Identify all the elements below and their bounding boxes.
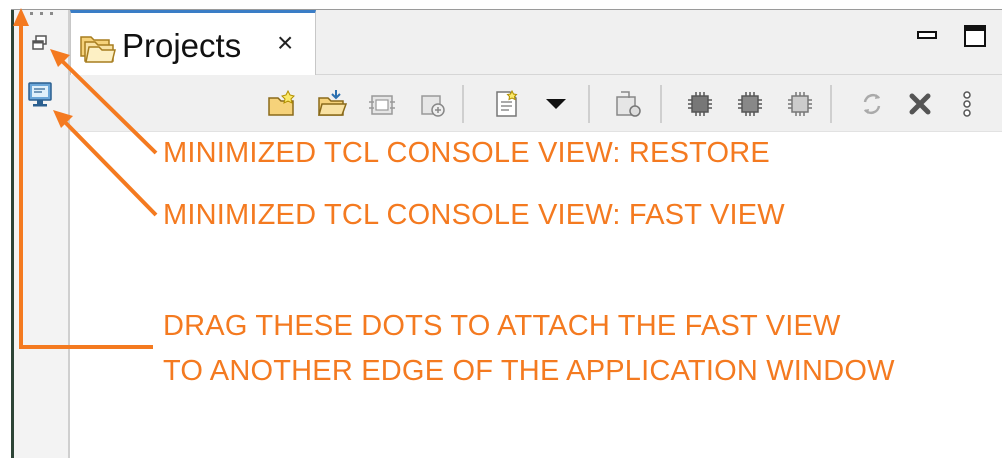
folders-icon xyxy=(79,29,117,63)
minimize-icon[interactable] xyxy=(916,28,940,44)
toolbar-separator xyxy=(462,85,464,123)
maximize-icon[interactable] xyxy=(963,24,987,48)
chip-icon-3[interactable] xyxy=(784,88,816,120)
new-file-icon[interactable] xyxy=(490,88,522,120)
toolbar-separator xyxy=(660,85,662,123)
delete-icon[interactable] xyxy=(904,88,936,120)
open-project-icon[interactable] xyxy=(316,88,348,120)
restore-icon[interactable] xyxy=(31,34,49,52)
projects-tree-content[interactable] xyxy=(70,132,1002,458)
import-project-icon[interactable] xyxy=(366,88,398,120)
annotation-drag-line-2: TO ANOTHER EDGE OF THE APPLICATION WINDO… xyxy=(163,355,895,387)
view-toolbar xyxy=(70,75,1002,132)
view-menu-dropdown[interactable] xyxy=(540,88,572,120)
toolbar-separator xyxy=(830,85,832,123)
new-project-icon[interactable] xyxy=(266,88,298,120)
annotation-drag-line-1: DRAG THESE DOTS TO ATTACH THE FAST VIEW xyxy=(163,310,841,342)
annotation-fast-view: MINIMIZED TCL CONSOLE VIEW: FAST VIEW xyxy=(163,199,785,231)
more-icon[interactable] xyxy=(960,88,974,120)
sync-icon[interactable] xyxy=(856,88,888,120)
toolbar-separator xyxy=(588,85,590,123)
tab-label: Projects xyxy=(122,27,242,64)
chip-icon-1[interactable] xyxy=(684,88,716,120)
projects-view: Projects × xyxy=(70,10,1002,458)
tab-projects[interactable]: Projects × xyxy=(70,10,316,75)
tcl-console-icon[interactable] xyxy=(28,82,52,108)
view-tab-bar: Projects × xyxy=(70,10,1002,75)
build-icon[interactable] xyxy=(612,88,644,120)
chip-icon-2[interactable] xyxy=(734,88,766,120)
drag-dots-handle[interactable] xyxy=(30,12,58,18)
annotation-restore: MINIMIZED TCL CONSOLE VIEW: RESTORE xyxy=(163,137,770,169)
close-icon[interactable]: × xyxy=(277,29,293,57)
minimized-trim-stack xyxy=(14,10,70,458)
export-project-icon[interactable] xyxy=(416,88,448,120)
